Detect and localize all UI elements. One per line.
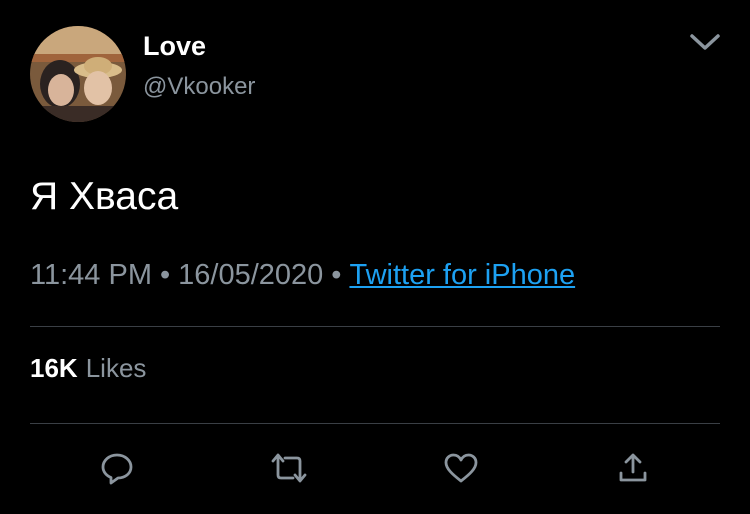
tweet-text: Я Хваса	[30, 175, 179, 218]
tweet-time: 11:44 PM	[30, 259, 152, 291]
likes-count: 16K	[30, 353, 78, 383]
tweet-meta: 11:44 PM • 16/05/2020 • Twitter for iPhone	[30, 259, 575, 292]
divider	[30, 423, 720, 424]
chevron-down-icon[interactable]	[688, 30, 722, 54]
share-icon[interactable]	[613, 448, 653, 488]
likes-label: Likes	[85, 353, 147, 383]
retweet-icon[interactable]	[269, 448, 309, 488]
tweet-source-link[interactable]: Twitter for iPhone	[349, 259, 575, 291]
heart-icon[interactable]	[441, 448, 481, 488]
divider	[30, 326, 720, 327]
avatar[interactable]	[30, 26, 126, 122]
likes-stat[interactable]: 16K Likes	[30, 353, 146, 384]
avatar-photo	[30, 26, 126, 122]
display-name[interactable]: Love	[143, 31, 206, 62]
tweet-date: 16/05/2020	[178, 259, 324, 291]
user-handle[interactable]: @Vkooker	[143, 73, 255, 101]
meta-separator: •	[159, 259, 171, 291]
meta-separator: •	[331, 259, 342, 291]
reply-icon[interactable]	[97, 448, 137, 488]
